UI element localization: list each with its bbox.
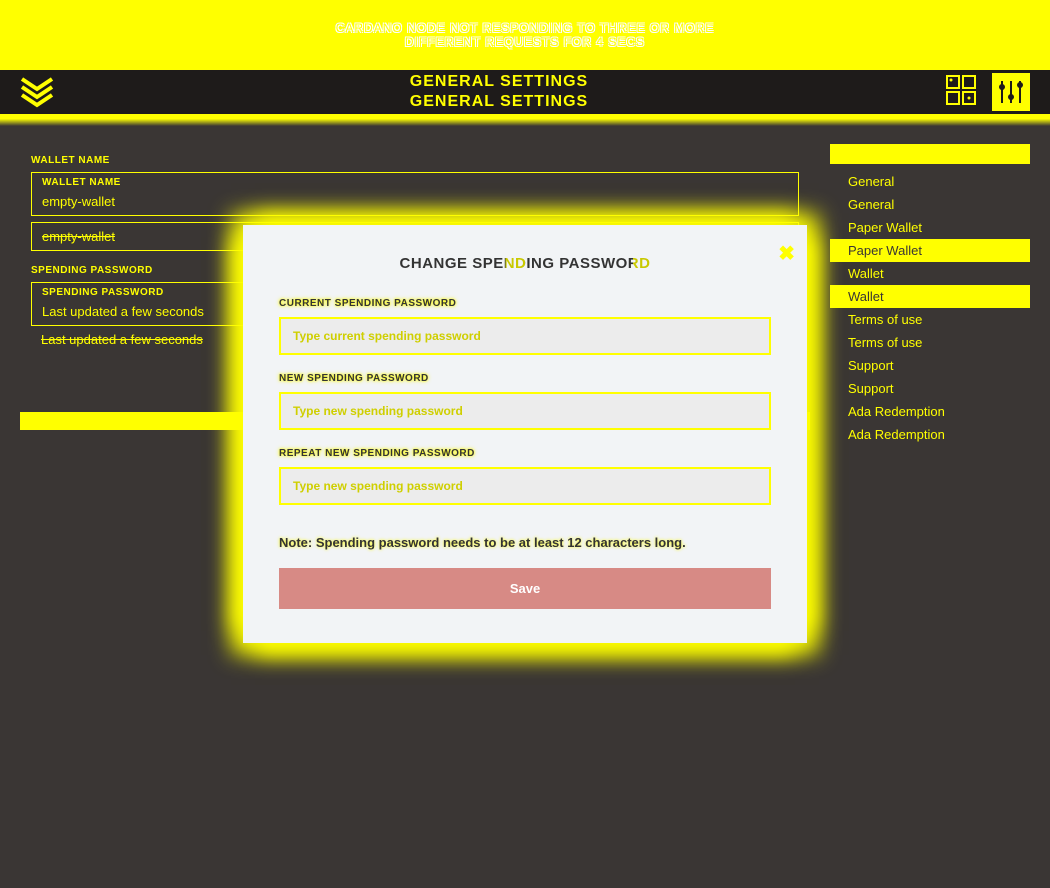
alert-line-1: CARDANO NODE NOT RESPONDING TO THREE OR … (336, 21, 715, 35)
alert-banner: CARDANO NODE NOT RESPONDING TO THREE OR … (0, 0, 1050, 70)
current-password-label: CURRENT SPENDING PASSWORD (279, 298, 771, 309)
nav-item[interactable]: Wallet (830, 285, 1030, 308)
settings-nav: GeneralGeneralPaper WalletPaper WalletWa… (830, 144, 1030, 452)
back-chevrons-icon[interactable] (20, 75, 54, 109)
page-title-text-2: GENERAL SETTINGS (410, 92, 588, 112)
nav-item[interactable]: Support (830, 377, 1030, 400)
nav-item[interactable]: Wallet (830, 262, 1030, 285)
grid-icon[interactable] (944, 73, 982, 111)
modal-title: CHANGE SPENDING PASSWORD (279, 255, 771, 272)
wallet-name-value: empty-wallet (42, 194, 788, 209)
wallet-name-label: WALLET NAME (31, 155, 799, 166)
wallet-name-box[interactable]: WALLET NAME empty-wallet (31, 172, 799, 216)
page-title: GENERAL SETTINGS GENERAL SETTINGS (410, 72, 588, 112)
nav-item[interactable]: General (830, 193, 1030, 216)
new-password-label: NEW SPENDING PASSWORD (279, 373, 771, 384)
sliders-icon[interactable] (992, 73, 1030, 111)
nav-accent-bar (830, 144, 1030, 164)
nav-item[interactable]: Paper Wallet (830, 216, 1030, 239)
nav-item[interactable]: General (830, 170, 1030, 193)
nav-items: GeneralGeneralPaper WalletPaper WalletWa… (830, 164, 1030, 452)
close-icon[interactable]: ✖ (778, 241, 791, 266)
repeat-password-input[interactable] (279, 467, 771, 505)
repeat-password-label: REPEAT NEW SPENDING PASSWORD (279, 448, 771, 459)
page-title-text-1: GENERAL SETTINGS (410, 72, 588, 92)
new-password-input[interactable] (279, 392, 771, 430)
nav-item[interactable]: Terms of use (830, 331, 1030, 354)
current-password-input[interactable] (279, 317, 771, 355)
glow-strip (0, 114, 1050, 126)
alert-line-2: DIFFERENT REQUESTS FOR 4 SECS (405, 35, 645, 49)
title-bar: GENERAL SETTINGS GENERAL SETTINGS (0, 70, 1050, 114)
save-button[interactable]: Save (279, 568, 771, 609)
wallet-name-label-2: WALLET NAME (42, 177, 788, 188)
nav-item[interactable]: Ada Redemption (830, 423, 1030, 446)
change-password-modal: ✖ CHANGE SPENDING PASSWORD CURRENT SPEND… (243, 225, 807, 643)
nav-item[interactable]: Support (830, 354, 1030, 377)
nav-item[interactable]: Ada Redemption (830, 400, 1030, 423)
nav-item[interactable]: Paper Wallet (830, 239, 1030, 262)
password-note: Note: Spending password needs to be at l… (279, 535, 771, 550)
header-icons (944, 73, 1030, 111)
nav-item[interactable]: Terms of use (830, 308, 1030, 331)
